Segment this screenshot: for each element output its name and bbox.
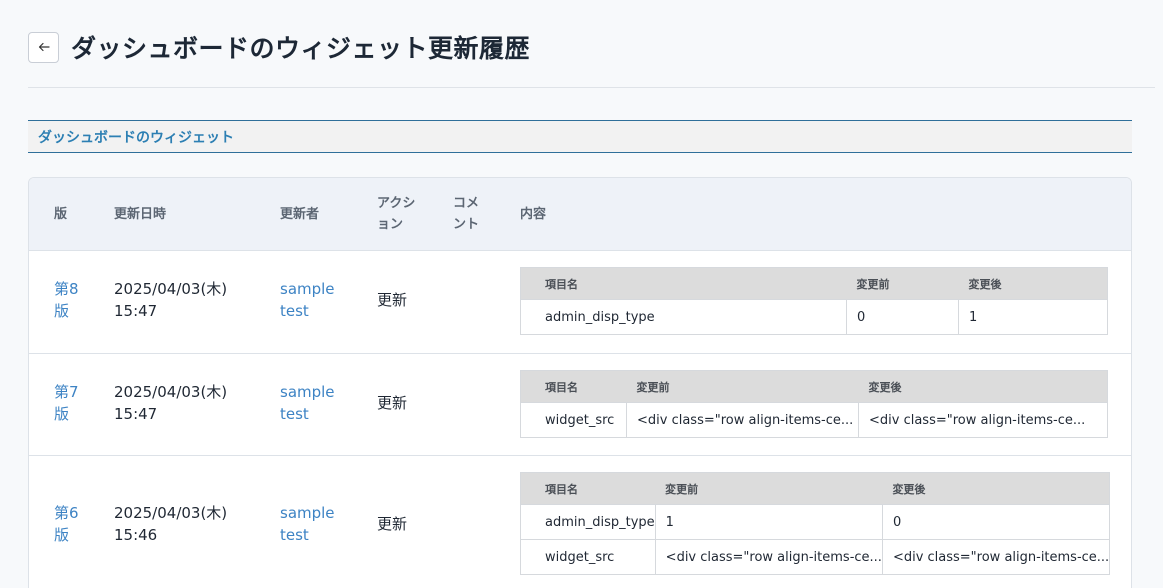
- table-row: 第7版 2025/04/03(木) 15:47 sample test 更新 項…: [29, 354, 1131, 456]
- page-title: ダッシュボードのウィジェット更新履歴: [71, 34, 531, 63]
- table-row: 第8版 2025/04/03(木) 15:47 sample test 更新 項…: [29, 251, 1131, 354]
- updated-date: 2025/04/03(木) 15:46: [114, 502, 227, 546]
- section-header: ダッシュボードのウィジェット: [28, 120, 1132, 153]
- version-link[interactable]: 第8版: [54, 278, 84, 322]
- diff-header-before: 変更前: [846, 267, 959, 300]
- diff-before: 1: [654, 504, 883, 540]
- diff-item: admin_disp_type: [520, 299, 847, 335]
- diff-row: admin_disp_type 0 1: [520, 299, 1108, 335]
- action-text: 更新: [377, 291, 408, 309]
- diff-header-item: 項目名: [520, 370, 627, 403]
- diff-before: <div class="row align-items-ce...: [654, 539, 883, 575]
- diff-item: widget_src: [520, 539, 656, 575]
- diff-before: 0: [846, 299, 959, 335]
- date-text: 2025/04/03(木): [114, 280, 228, 298]
- diff-after: <div class="row align-items-ce...: [881, 539, 1111, 575]
- date-text: 2025/04/03(木): [114, 383, 228, 401]
- header-divider: [28, 87, 1155, 88]
- col-updated-by: 更新者: [280, 207, 320, 222]
- section-title: ダッシュボードのウィジェット: [38, 129, 234, 146]
- diff-header-after: 変更後: [858, 370, 1108, 403]
- diff-header-before: 変更前: [626, 370, 859, 403]
- diff-table: 項目名 変更前 変更後 admin_disp_type 0 1: [520, 267, 1108, 335]
- page-header: ダッシュボードのウィジェット更新履歴: [28, 30, 530, 64]
- updated-date: 2025/04/03(木) 15:47: [114, 278, 227, 322]
- diff-header-item: 項目名: [520, 267, 847, 300]
- version-link[interactable]: 第6版: [54, 502, 84, 546]
- time-text: 15:46: [114, 526, 158, 544]
- diff-row: widget_src <div class="row align-items-c…: [520, 402, 1108, 438]
- col-comment: コメント: [453, 196, 480, 232]
- date-text: 2025/04/03(木): [114, 504, 228, 522]
- diff-row: widget_src <div class="row align-items-c…: [520, 539, 1111, 575]
- diff-header-after: 変更後: [882, 472, 1110, 505]
- diff-after: <div class="row align-items-ce...: [858, 402, 1108, 438]
- version-link[interactable]: 第7版: [54, 381, 84, 425]
- diff-header-before: 変更前: [655, 472, 883, 505]
- history-table: 版 更新日時 更新者 アクション コメント 内容 第8版 2025/04/03(…: [28, 177, 1132, 588]
- diff-after: 1: [958, 299, 1108, 335]
- table-row: 第6版 2025/04/03(木) 15:46 sample test 更新 項…: [29, 456, 1131, 588]
- time-text: 15:47: [114, 302, 158, 320]
- col-action: アクション: [377, 196, 416, 232]
- user-link[interactable]: sample test: [280, 278, 340, 322]
- action-text: 更新: [377, 515, 408, 533]
- time-text: 15:47: [114, 405, 158, 423]
- diff-header-item: 項目名: [520, 472, 656, 505]
- diff-after: 0: [881, 504, 1111, 540]
- col-version: 版: [54, 207, 68, 222]
- col-updated-at: 更新日時: [114, 207, 167, 222]
- diff-row: admin_disp_type 1 0: [520, 504, 1111, 540]
- updated-date: 2025/04/03(木) 15:47: [114, 381, 227, 425]
- col-content: 内容: [520, 207, 547, 222]
- user-link[interactable]: sample test: [280, 502, 340, 546]
- table-header: 版 更新日時 更新者 アクション コメント 内容: [29, 178, 1131, 251]
- back-button[interactable]: [28, 31, 59, 63]
- diff-header-after: 変更後: [958, 267, 1108, 300]
- user-link[interactable]: sample test: [280, 381, 340, 425]
- diff-item: admin_disp_type: [520, 504, 656, 540]
- diff-table: 項目名 変更前 変更後 admin_disp_type 1 0 widget_s…: [520, 472, 1111, 575]
- action-text: 更新: [377, 394, 408, 412]
- arrow-left-icon: [38, 42, 50, 52]
- diff-before: <div class="row align-items-ce...: [626, 402, 859, 438]
- diff-table: 項目名 変更前 変更後 widget_src <div class="row a…: [520, 370, 1108, 438]
- diff-item: widget_src: [520, 402, 627, 438]
